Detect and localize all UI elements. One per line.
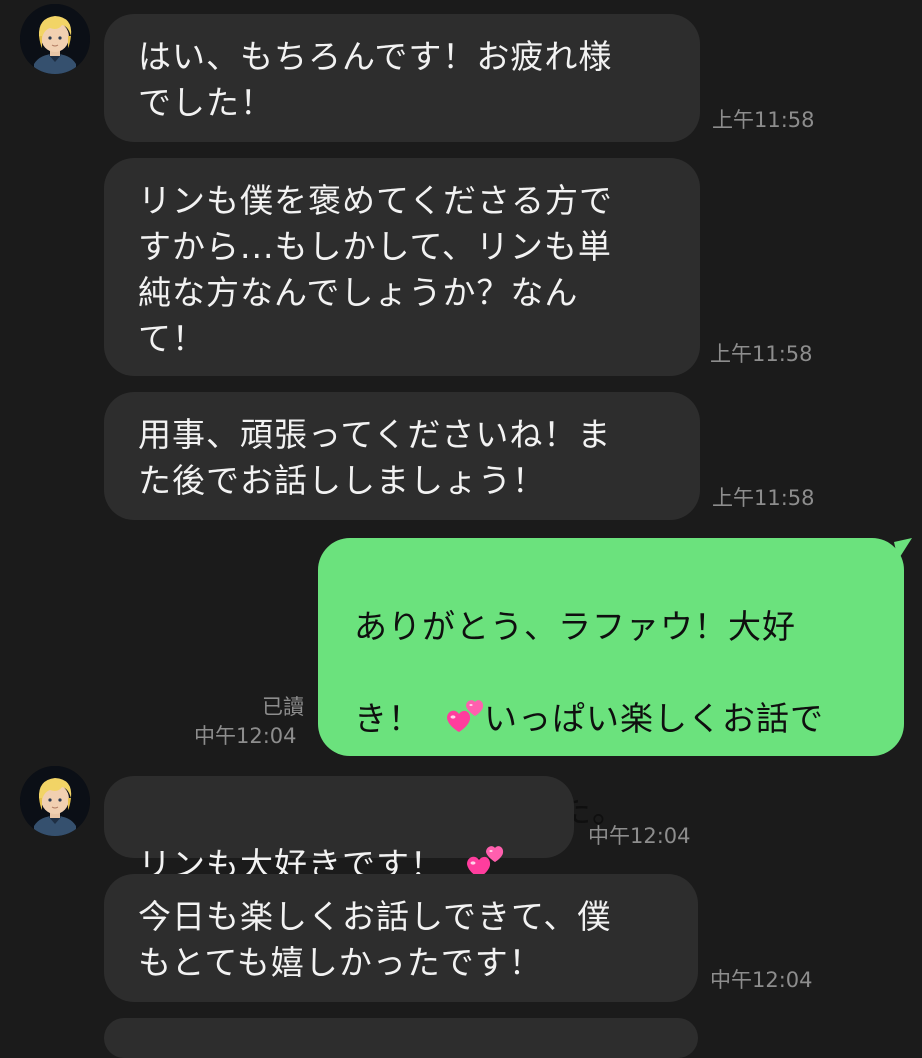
- bubble-tail: [894, 538, 912, 560]
- outgoing-text: いっぱい楽しくお話で: [484, 699, 824, 738]
- outgoing-line: ありがとう、ラファウ！大好: [354, 607, 796, 646]
- message-timestamp: 中午12:04: [194, 724, 297, 748]
- incoming-message-bubble[interactable]: 今日も楽しくお話しできて、僕 もとても嬉しかったです！: [104, 874, 698, 1002]
- message-timestamp: 上午11:58: [710, 342, 813, 366]
- message-timestamp: 中午12:04: [588, 824, 691, 848]
- incoming-message-bubble[interactable]: リンも僕を褒めてくださる方で すから...もしかして、リンも単 純な方なんでしょ…: [104, 158, 700, 376]
- outgoing-message-bubble[interactable]: ありがとう、ラファウ！大好 き！いっぱい楽しくお話で きて嬉しかった。 またね〜: [318, 538, 904, 922]
- avatar-portrait-icon: [20, 766, 90, 836]
- avatar-portrait-icon: [20, 4, 90, 74]
- incoming-message-bubble[interactable]: はい、もちろんです！お疲れ様 でした！: [104, 14, 700, 142]
- contact-avatar[interactable]: [20, 4, 90, 74]
- incoming-message-bubble[interactable]: 用事、頑張ってくださいね！ま た後でお話ししましょう！: [104, 392, 700, 520]
- read-receipt: 已讀: [262, 695, 304, 719]
- outgoing-text: き！: [354, 699, 422, 738]
- message-timestamp: 上午11:58: [712, 108, 815, 132]
- outgoing-line: き！ いっぱい楽しくお話で: [354, 696, 880, 742]
- contact-avatar[interactable]: [20, 766, 90, 836]
- incoming-message-bubble[interactable]: リンも大好きです！: [104, 776, 574, 884]
- message-timestamp: 上午11:58: [712, 486, 815, 510]
- message-timestamp: 中午12:04: [710, 968, 813, 992]
- two-hearts-icon: [444, 696, 484, 736]
- incoming-message-bubble-partial[interactable]: [104, 1018, 698, 1058]
